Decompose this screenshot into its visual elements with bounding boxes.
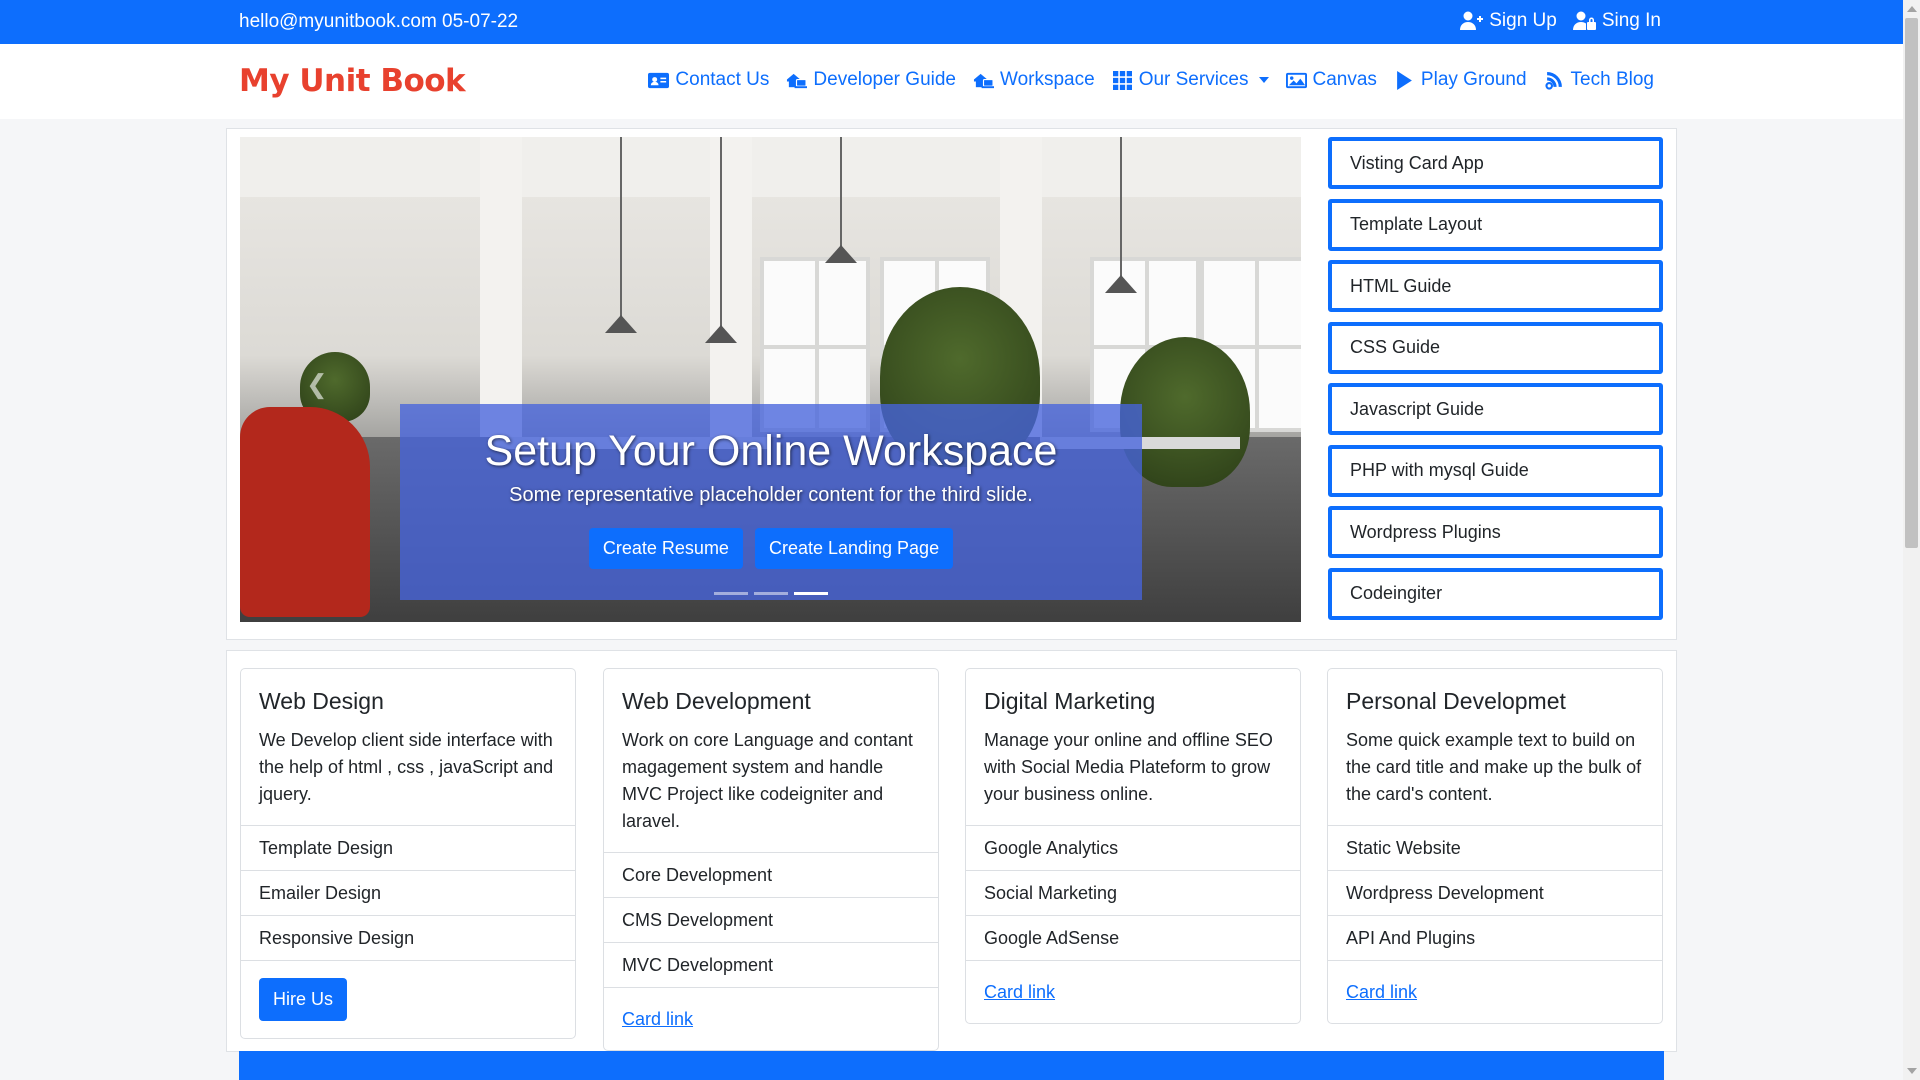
contact-info: hello@myunitbook.com 05-07-22 <box>239 11 519 32</box>
carousel-indicators <box>400 592 1142 595</box>
main-nav: Contact Us Developer Guide Workspace Our… <box>648 69 1654 91</box>
user-lock-icon <box>1572 11 1596 30</box>
carousel-title: Setup Your Online Workspace <box>484 427 1058 475</box>
scroll-up-arrow-icon[interactable] <box>1907 6 1917 12</box>
list-item: Google AdSense <box>966 915 1300 960</box>
carousel-text: Some representative placeholder content … <box>509 484 1033 506</box>
vertical-scrollbar[interactable] <box>1903 0 1920 1080</box>
list-item: CMS Development <box>604 897 938 942</box>
carousel-indicator[interactable] <box>754 592 788 595</box>
footer-bar <box>239 1051 1664 1080</box>
id-card-icon <box>648 72 670 88</box>
card-text: Work on core Language and contant magage… <box>622 730 913 831</box>
card-footer: Hire Us <box>241 960 575 1038</box>
card-footer: Card link <box>1328 960 1662 1023</box>
nav-play-ground[interactable]: Play Ground <box>1394 69 1527 91</box>
side-item-css-guide[interactable]: CSS Guide <box>1328 321 1663 374</box>
create-resume-button[interactable]: Create Resume <box>588 528 743 569</box>
card-link[interactable]: Card link <box>1346 982 1417 1003</box>
navbar: My Unit Book Contact Us Developer Guide … <box>0 44 1903 119</box>
side-item-visiting-card-app[interactable]: Visting Card App <box>1328 137 1663 189</box>
carousel-prev-icon[interactable]: ❮ <box>306 369 328 400</box>
nav-workspace[interactable]: Workspace <box>973 69 1095 91</box>
side-item-javascript-guide[interactable]: Javascript Guide <box>1328 383 1663 435</box>
signin-label: Sing In <box>1601 10 1661 31</box>
card-digital-marketing: Digital Marketing Manage your online and… <box>965 668 1301 1024</box>
card-text: We Develop client side interface with th… <box>259 730 554 804</box>
side-item-php-mysql-guide[interactable]: PHP with mysql Guide <box>1328 444 1663 497</box>
nav-label: Canvas <box>1312 69 1377 90</box>
nav-contact-us[interactable]: Contact Us <box>648 69 769 91</box>
nav-label: Our Services <box>1138 69 1249 90</box>
list-item: Wordpress Development <box>1328 870 1662 915</box>
side-item-wordpress-plugins[interactable]: Wordpress Plugins <box>1328 506 1663 558</box>
caret-down-icon <box>1258 77 1269 83</box>
top-bar: hello@myunitbook.com 05-07-22 Sign Up Si… <box>0 0 1903 44</box>
card-web-development: Web Development Work on core Language an… <box>603 668 939 1051</box>
scroll-down-arrow-icon[interactable] <box>1907 1068 1917 1074</box>
nav-label: Workspace <box>1000 69 1095 90</box>
card-personal-development: Personal Developmet Some quick example t… <box>1327 668 1663 1024</box>
hero-section: ❮ Setup Your Online Workspace Some repre… <box>226 128 1677 640</box>
services-section: Web Design We Develop client side interf… <box>226 650 1677 1052</box>
nav-developer-guide[interactable]: Developer Guide <box>786 69 956 91</box>
hire-us-button[interactable]: Hire Us <box>259 978 348 1021</box>
nav-label: Contact Us <box>675 69 770 90</box>
nav-label: Developer Guide <box>813 69 956 90</box>
card-text: Manage your online and offline SEO with … <box>984 730 1273 804</box>
side-item-template-layout[interactable]: Template Layout <box>1328 198 1663 251</box>
carousel-indicator-active[interactable] <box>794 592 828 595</box>
card-title: Digital Marketing <box>984 688 1156 714</box>
list-item: Responsive Design <box>241 915 575 960</box>
signin-link[interactable]: Sing In <box>1572 10 1661 32</box>
carousel-buttons: Create Resume Create Landing Page <box>400 528 1142 569</box>
list-item: MVC Development <box>604 942 938 987</box>
list-item: Static Website <box>1328 825 1662 870</box>
list-item: Core Development <box>604 852 938 897</box>
signup-link[interactable]: Sign Up <box>1460 10 1557 32</box>
card-footer: Card link <box>604 987 938 1050</box>
list-item: Social Marketing <box>966 870 1300 915</box>
card-title: Web Development <box>622 688 811 714</box>
card-web-design: Web Design We Develop client side interf… <box>240 668 576 1039</box>
carousel[interactable]: ❮ Setup Your Online Workspace Some repre… <box>240 137 1301 622</box>
nav-tech-blog[interactable]: Tech Blog <box>1544 69 1654 91</box>
blog-icon <box>1544 71 1562 90</box>
play-icon <box>1397 70 1412 90</box>
brand-logo[interactable]: My Unit Book <box>239 63 466 99</box>
side-item-codeigniter[interactable]: Codeingiter <box>1328 567 1663 620</box>
grid-icon <box>1112 70 1132 90</box>
card-title: Web Design <box>259 688 384 714</box>
auth-links: Sign Up Sing In <box>1460 10 1661 32</box>
card-text: Some quick example text to build on the … <box>1346 730 1642 804</box>
scrollbar-thumb[interactable] <box>1905 18 1918 548</box>
card-link[interactable]: Card link <box>622 1009 693 1030</box>
card-footer: Card link <box>966 960 1300 1023</box>
create-landing-page-button[interactable]: Create Landing Page <box>754 528 954 569</box>
user-plus-icon <box>1460 11 1484 30</box>
nav-our-services-dropdown[interactable]: Our Services <box>1112 69 1269 91</box>
nav-label: Tech Blog <box>1570 69 1654 90</box>
nav-label: Play Ground <box>1420 69 1527 90</box>
image-icon <box>1285 72 1307 88</box>
page: hello@myunitbook.com 05-07-22 Sign Up Si… <box>0 0 1903 1080</box>
carousel-caption: Setup Your Online Workspace Some represe… <box>400 404 1142 600</box>
signup-label: Sign Up <box>1489 10 1557 31</box>
laptop-house-icon <box>973 73 994 88</box>
list-item: API And Plugins <box>1328 915 1662 960</box>
list-item: Emailer Design <box>241 870 575 915</box>
side-link-list: Visting Card App Template Layout HTML Gu… <box>1328 137 1663 629</box>
card-link[interactable]: Card link <box>984 982 1055 1003</box>
carousel-indicator[interactable] <box>714 592 748 595</box>
laptop-house-icon <box>787 73 808 88</box>
list-item: Google Analytics <box>966 825 1300 870</box>
card-title: Personal Developmet <box>1346 688 1566 714</box>
list-item: Template Design <box>241 825 575 870</box>
side-item-html-guide[interactable]: HTML Guide <box>1328 260 1663 312</box>
nav-canvas[interactable]: Canvas <box>1285 69 1377 91</box>
